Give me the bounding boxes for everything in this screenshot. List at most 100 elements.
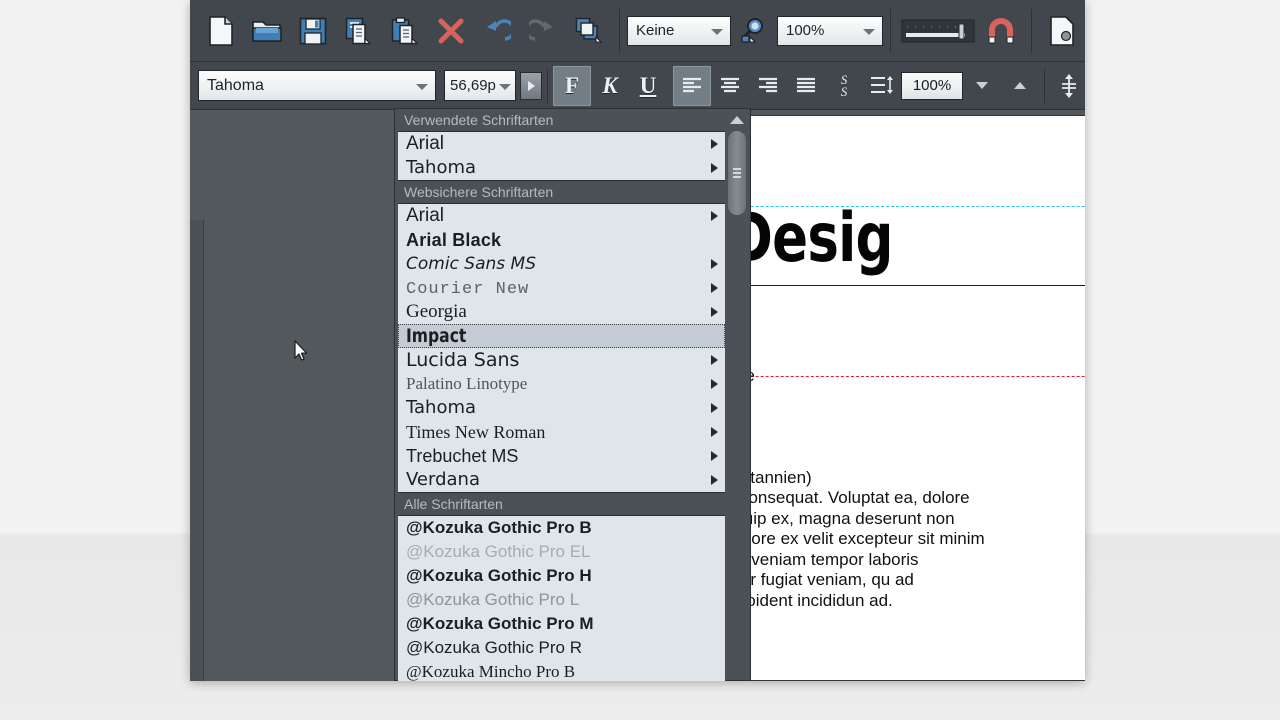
new-file-icon — [209, 15, 233, 46]
font-option-comic-sans-ms[interactable]: Comic Sans MS — [398, 252, 725, 276]
extra-tool-button[interactable] — [1039, 8, 1085, 54]
submenu-arrow-icon — [711, 379, 718, 389]
font-option-impact[interactable]: Impact — [398, 324, 725, 348]
font-option-times-new-roman[interactable]: Times New Roman — [398, 420, 725, 444]
font-option-label: Courier New — [406, 280, 530, 299]
small-caps-button[interactable]: S S — [825, 66, 863, 106]
submenu-arrow-icon — [711, 475, 718, 485]
dropdown-list[interactable]: Verwendete Schriftarten Arial Tahoma Websic… — [395, 109, 728, 681]
line-spacing-button[interactable] — [863, 66, 901, 106]
scrollbar-thumb[interactable] — [728, 131, 746, 215]
toolbar-separator — [619, 8, 620, 53]
zoom-magnifier-icon — [740, 17, 763, 43]
undo-button[interactable] — [474, 8, 520, 54]
align-left-button[interactable] — [673, 65, 711, 106]
font-option-label: Tahoma — [406, 397, 477, 418]
copy-icon — [345, 17, 372, 44]
align-center-icon — [721, 77, 739, 92]
open-folder-icon — [252, 20, 282, 42]
font-option-tahoma[interactable]: Tahoma — [398, 396, 725, 420]
dropdown-section-title: Websichere Schriftarten — [395, 181, 728, 203]
zoom-tool-button[interactable] — [731, 8, 777, 54]
dropdown-scrollbar[interactable] — [726, 113, 747, 678]
font-option-arial[interactable]: Arial — [398, 204, 725, 228]
line-spacing-decrease-button[interactable] — [963, 66, 1001, 106]
font-option-lucida-sans[interactable]: Lucida Sans — [398, 348, 725, 372]
delete-button[interactable] — [428, 8, 474, 54]
redo-arrow-icon — [529, 18, 553, 41]
paragraph-style-value: Keine — [636, 22, 675, 39]
font-option-label: Trebuchet MS — [406, 446, 519, 466]
align-justify-button[interactable] — [787, 66, 825, 106]
underline-button[interactable]: U — [629, 66, 667, 106]
play-arrow-icon — [527, 80, 535, 91]
submenu-arrow-icon — [711, 427, 718, 437]
font-option-courier-new[interactable]: Courier New — [398, 276, 725, 300]
dropdown-section-title: Verwendete Schriftarten — [395, 109, 728, 131]
font-option-label: @Kozuka Gothic Pro B — [406, 518, 592, 537]
chevron-down-icon — [863, 28, 875, 35]
font-option-label: Comic Sans MS — [406, 254, 537, 274]
zoom-level-value: 100% — [786, 22, 825, 39]
align-center-button[interactable] — [711, 66, 749, 106]
submenu-arrow-icon — [711, 163, 718, 173]
line-spacing-input[interactable]: 100% — [901, 71, 963, 100]
line-spacing-value: 100% — [912, 77, 952, 94]
bold-button[interactable]: F — [553, 65, 591, 106]
paste-button[interactable] — [382, 8, 428, 54]
font-option-label: @Kozuka Gothic Pro H — [406, 566, 592, 585]
dropdown-section-title: Alle Schriftarten — [395, 493, 728, 515]
submenu-arrow-icon — [711, 451, 718, 461]
toolbar-separator — [1031, 8, 1032, 53]
font-option-kozuka-gothic-pro-h[interactable]: @Kozuka Gothic Pro H — [398, 564, 725, 588]
font-option-kozuka-mincho-pro-b[interactable]: @Kozuka Mincho Pro B — [398, 660, 725, 681]
paragraph-style-select[interactable]: Keine — [627, 15, 731, 46]
font-option-palatino-linotype[interactable]: Palatino Linotype — [398, 372, 725, 396]
font-option-label: @Kozuka Mincho Pro B — [406, 662, 576, 681]
baseline-shift-button[interactable] — [1050, 66, 1085, 106]
line-spacing-increase-button[interactable] — [1001, 66, 1039, 106]
font-option-trebuchet-ms[interactable]: Trebuchet MS — [398, 444, 725, 468]
toolbar-separator — [1044, 68, 1045, 103]
italic-button[interactable]: K — [591, 66, 629, 106]
snap-magnet-button[interactable] — [978, 8, 1024, 54]
copy-button[interactable] — [336, 8, 382, 54]
submenu-arrow-icon — [711, 259, 718, 269]
save-floppy-icon — [299, 17, 327, 45]
dropdown-section-group: @Kozuka Gothic Pro B @Kozuka Gothic Pro E… — [398, 515, 725, 681]
save-document-button[interactable] — [290, 8, 336, 54]
font-size-select[interactable]: 56,69p — [444, 70, 516, 101]
bold-label: F — [564, 73, 580, 98]
font-option-kozuka-gothic-pro-l[interactable]: @Kozuka Gothic Pro L — [398, 588, 725, 612]
open-document-button[interactable] — [244, 8, 290, 54]
submenu-arrow-icon — [711, 307, 718, 317]
font-option-arial[interactable]: Arial — [398, 132, 725, 156]
chevron-down-icon — [711, 28, 723, 35]
font-option-kozuka-gothic-pro-el[interactable]: @Kozuka Gothic Pro EL — [398, 540, 725, 564]
font-option-label: Verdana — [406, 469, 480, 490]
paste-icon — [391, 16, 419, 44]
zoom-level-select[interactable]: 100% — [777, 15, 883, 46]
scroll-up-arrow[interactable] — [726, 113, 747, 127]
font-family-dropdown[interactable]: Verwendete Schriftarten Arial Tahoma Websic… — [394, 108, 751, 681]
font-option-label: @Kozuka Gothic Pro L — [406, 590, 580, 609]
undo-arrow-icon — [487, 18, 511, 41]
font-option-kozuka-gothic-pro-b[interactable]: @Kozuka Gothic Pro B — [398, 516, 725, 540]
expand-arrow-button[interactable] — [520, 71, 542, 100]
opacity-slider[interactable] — [898, 8, 978, 54]
line-spacing-icon — [871, 75, 893, 94]
align-right-button[interactable] — [749, 66, 787, 106]
dropdown-section-group: Arial Tahoma — [398, 131, 725, 181]
font-option-kozuka-gothic-pro-r[interactable]: @Kozuka Gothic Pro R — [398, 636, 725, 660]
font-family-select[interactable]: Tahoma — [198, 70, 436, 101]
font-option-kozuka-gothic-pro-m[interactable]: @Kozuka Gothic Pro M — [398, 612, 725, 636]
submenu-arrow-icon — [711, 403, 718, 413]
font-option-tahoma[interactable]: Tahoma — [398, 156, 725, 180]
duplicate-button[interactable] — [566, 8, 612, 54]
new-document-button[interactable] — [198, 8, 244, 54]
font-option-label: Arial — [406, 205, 445, 226]
font-option-georgia[interactable]: Georgia — [398, 300, 725, 324]
font-option-verdana[interactable]: Verdana — [398, 468, 725, 492]
magnet-snap-icon — [988, 17, 1014, 43]
font-option-arial-black[interactable]: Arial Black — [398, 228, 725, 252]
